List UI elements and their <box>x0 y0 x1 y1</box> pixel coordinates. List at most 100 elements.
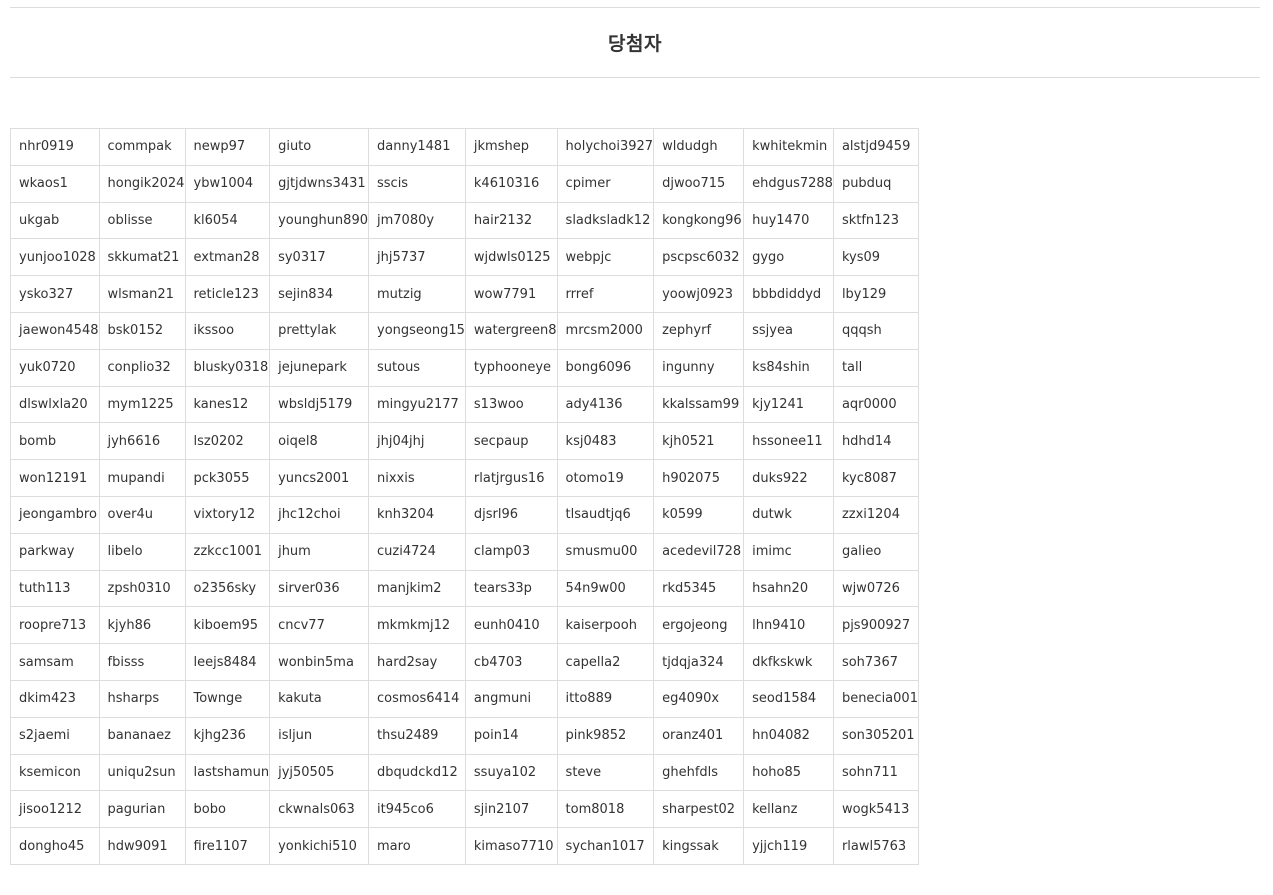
winner-id-cell: oranz401 <box>653 716 745 755</box>
winner-id-cell: zzkcc1001 <box>184 532 271 571</box>
winner-id-cell: roopre713 <box>10 606 100 645</box>
winner-id-cell: wogk5413 <box>832 790 919 829</box>
winner-id-cell: galieo <box>832 532 919 571</box>
table-row: ksemicon uniqu2sun lastshamun jyj50505 dbqud… <box>10 753 919 792</box>
winner-id-cell: wjw0726 <box>832 569 919 608</box>
winner-id-cell: blusky0318 <box>184 348 271 387</box>
winner-id-cell: ssuya102 <box>464 753 558 792</box>
winner-id-cell: kiboem95 <box>184 606 271 645</box>
winner-id-cell: jm7080y <box>368 201 466 240</box>
winner-id-cell: hdhd14 <box>832 422 919 461</box>
winner-id-cell: kwhitekmin <box>743 128 834 166</box>
winner-id-cell: mrcsm2000 <box>556 311 655 350</box>
winner-id-cell: kjy1241 <box>743 385 834 424</box>
winner-id-cell: dlswlxla20 <box>10 385 100 424</box>
winner-id-cell: libelo <box>98 532 186 571</box>
winner-id-cell: giuto <box>269 128 369 166</box>
winner-id-cell: kl6054 <box>184 201 271 240</box>
winner-id-cell: uniqu2sun <box>98 753 186 792</box>
winners-page: 당첨자 nhr0919 commpak newp97 giuto danny1481 jk… <box>0 0 1273 895</box>
winner-id-cell: gygo <box>743 238 834 277</box>
winner-id-cell: jhj04jhj <box>368 422 466 461</box>
winner-id-cell: wkaos1 <box>10 164 100 203</box>
winner-id-cell: typhooneye <box>464 348 558 387</box>
winner-id-cell: dbqudckd12 <box>368 753 466 792</box>
winner-id-cell: acedevil728 <box>653 532 745 571</box>
winner-id-cell: vixtory12 <box>184 495 271 534</box>
winner-id-cell: gjtjdwns3431 <box>269 164 369 203</box>
table-row: ysko327 wlsman21 reticle123 sejin834 mutzig w… <box>10 275 919 313</box>
winner-id-cell: oblisse <box>98 201 186 240</box>
winner-id-cell: nhr0919 <box>10 128 100 166</box>
winner-id-cell: tom8018 <box>556 790 655 829</box>
winner-id-cell: otomo19 <box>556 459 655 497</box>
winner-id-cell: wow7791 <box>464 275 558 313</box>
table-row: jeongambro over4u vixtory12 jhc12choi knh320… <box>10 495 919 534</box>
winner-id-cell: ehdgus7288 <box>743 164 834 203</box>
winner-id-cell: ghehfdls <box>653 753 745 792</box>
winner-id-cell: pubduq <box>832 164 919 203</box>
winner-id-cell: knh3204 <box>368 495 466 534</box>
winner-id-cell: kingssak <box>653 827 745 865</box>
winner-id-cell: sohn711 <box>832 753 919 792</box>
winner-id-cell: lby129 <box>832 275 919 313</box>
winner-id-cell: hoho85 <box>743 753 834 792</box>
winner-id-cell: sscis <box>368 164 466 203</box>
winner-id-cell: extman28 <box>184 238 271 277</box>
winner-id-cell: Townge <box>184 679 271 718</box>
winner-id-cell: zzxi1204 <box>832 495 919 534</box>
winner-id-cell: sejin834 <box>269 275 369 313</box>
winner-id-cell: tuth113 <box>10 569 100 608</box>
winners-table: nhr0919 commpak newp97 giuto danny1481 jkmshe… <box>10 128 919 865</box>
winner-id-cell: duks922 <box>743 459 834 497</box>
winner-id-cell: imimc <box>743 532 834 571</box>
winner-id-cell: benecia001 <box>832 679 919 718</box>
winner-id-cell: over4u <box>98 495 186 534</box>
winner-id-cell: newp97 <box>184 128 271 166</box>
winner-id-cell: oiqel8 <box>269 422 369 461</box>
winner-id-cell: ybw1004 <box>184 164 271 203</box>
winner-id-cell: jhc12choi <box>269 495 369 534</box>
table-row: s2jaemi bananaez kjhg236 isljun thsu2489 poin… <box>10 716 919 755</box>
winner-id-cell: kanes12 <box>184 385 271 424</box>
winner-id-cell: cosmos6414 <box>368 679 466 718</box>
winner-id-cell: conplio32 <box>98 348 186 387</box>
winner-id-cell: parkway <box>10 532 100 571</box>
winner-id-cell: sutous <box>368 348 466 387</box>
winner-id-cell: qqqsh <box>832 311 919 350</box>
winner-id-cell: alstjd9459 <box>832 128 919 166</box>
winner-id-cell: jejunepark <box>269 348 369 387</box>
winner-id-cell: cuzi4724 <box>368 532 466 571</box>
winner-id-cell: jyh6616 <box>98 422 186 461</box>
winner-id-cell: pink9852 <box>556 716 655 755</box>
winner-id-cell: bomb <box>10 422 100 461</box>
winner-id-cell: leejs8484 <box>184 643 271 681</box>
winner-id-cell: huy1470 <box>743 201 834 240</box>
winner-id-cell: aqr0000 <box>832 385 919 424</box>
winner-id-cell: tears33p <box>464 569 558 608</box>
winner-id-cell: itto889 <box>556 679 655 718</box>
winner-id-cell: zpsh0310 <box>98 569 186 608</box>
winner-id-cell: jkmshep <box>464 128 558 166</box>
winner-id-cell: kimaso7710 <box>464 827 558 865</box>
winner-id-cell: rkd5345 <box>653 569 745 608</box>
winner-id-cell: lhn9410 <box>743 606 834 645</box>
winner-id-cell: pjs900927 <box>832 606 919 645</box>
winner-id-cell: ady4136 <box>556 385 655 424</box>
winner-id-cell: manjkim2 <box>368 569 466 608</box>
table-row: nhr0919 commpak newp97 giuto danny1481 jkmshe… <box>10 128 919 166</box>
table-row: tuth113 zpsh0310 o2356sky sirver036 manjkim2… <box>10 569 919 608</box>
winner-id-cell: pscpsc6032 <box>653 238 745 277</box>
winner-id-cell: tall <box>832 348 919 387</box>
winner-id-cell: yongseong15 <box>368 311 466 350</box>
winner-id-cell: danny1481 <box>368 128 466 166</box>
winner-id-cell: younghun890 <box>269 201 369 240</box>
winner-id-cell: zephyrf <box>653 311 745 350</box>
winner-id-cell: pck3055 <box>184 459 271 497</box>
table-row: won12191 mupandi pck3055 yuncs2001 nixxis rla… <box>10 459 919 497</box>
winner-id-cell: kaiserpooh <box>556 606 655 645</box>
winner-id-cell: nixxis <box>368 459 466 497</box>
winner-id-cell: hsahn20 <box>743 569 834 608</box>
winner-id-cell: mym1225 <box>98 385 186 424</box>
winner-id-cell: kongkong96 <box>653 201 745 240</box>
